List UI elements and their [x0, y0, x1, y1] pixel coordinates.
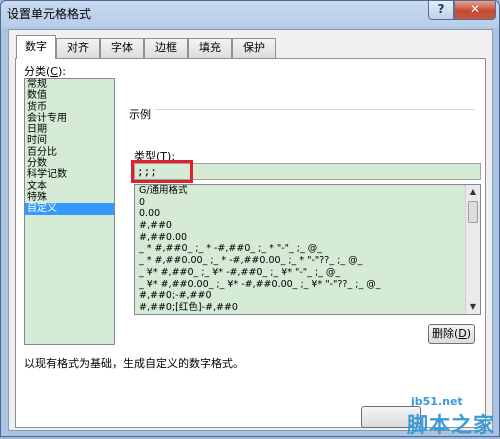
dialog-client: 数字 对齐 字体 边框 填充 保护 分类(C): 常规 数值 货币 会计专用 日… — [8, 29, 493, 431]
tab-fill[interactable]: 填充 — [188, 38, 232, 58]
format-item[interactable]: 0.00 — [135, 208, 480, 220]
category-item-scientific[interactable]: 科学记数 — [25, 169, 114, 180]
format-item[interactable]: _ ¥* #,##0.00_ ;_ ¥* -#,##0.00_ ;_ ¥* "-… — [135, 279, 480, 291]
format-item[interactable]: 0 — [135, 197, 480, 209]
close-button[interactable]: ✕ — [454, 1, 496, 20]
highlight-box — [131, 160, 193, 183]
category-item-accounting[interactable]: 会计专用 — [25, 113, 114, 124]
sample-group — [129, 109, 475, 148]
watermark-url: jb51.net — [411, 395, 463, 408]
category-item-text[interactable]: 文本 — [25, 181, 114, 192]
format-item[interactable]: #,##0.00 — [135, 232, 480, 244]
scroll-thumb[interactable] — [468, 201, 478, 223]
category-item-number[interactable]: 数值 — [25, 90, 114, 101]
category-item-custom[interactable]: 自定义 — [25, 203, 114, 215]
category-item-date[interactable]: 日期 — [25, 124, 114, 135]
watermark-text: 脚本之家 — [407, 413, 495, 437]
category-item-fraction[interactable]: 分数 — [25, 158, 114, 169]
description-text: 以现有格式为基础，生成自定义的数字格式。 — [24, 357, 244, 370]
tab-border[interactable]: 边框 — [144, 38, 188, 58]
number-tab-panel: 分类(C): 常规 数值 货币 会计专用 日期 时间 百分比 分数 科学记数 文… — [15, 58, 486, 428]
category-item-special[interactable]: 特殊 — [25, 192, 114, 203]
tab-alignment[interactable]: 对齐 — [56, 38, 100, 58]
format-item[interactable]: _ * #,##0.00_ ;_ * -#,##0.00_ ;_ * "-"??… — [135, 255, 480, 267]
category-label: 分类(C): — [24, 65, 66, 78]
category-item-general[interactable]: 常规 — [25, 79, 114, 90]
help-button[interactable]: ? — [428, 1, 454, 20]
format-list[interactable]: G/通用格式 0 0.00 #,##0 #,##0.00 _ * #,##0_ … — [134, 184, 481, 315]
format-list-scrollbar[interactable]: ▲ ▼ — [465, 185, 480, 314]
category-item-percentage[interactable]: 百分比 — [25, 147, 114, 158]
format-item[interactable]: G/通用格式 — [135, 185, 480, 197]
format-item[interactable]: _ ¥* #,##0_ ;_ ¥* -#,##0_ ;_ ¥* "-"_ ;_ … — [135, 267, 480, 279]
tab-protection[interactable]: 保护 — [232, 38, 276, 58]
format-item[interactable]: #,##0;[红色]-#,##0 — [135, 302, 480, 314]
tab-number[interactable]: 数字 — [16, 35, 56, 59]
delete-button[interactable]: 删除(D) — [428, 324, 475, 344]
format-item[interactable]: #,##0;-#,##0 — [135, 290, 480, 302]
dialog-title: 设置单元格格式 — [7, 7, 92, 21]
format-cells-dialog: 设置单元格格式 ? ✕ 数字 对齐 字体 边框 填充 保护 分类(C): 常规 … — [0, 0, 500, 437]
category-list[interactable]: 常规 数值 货币 会计专用 日期 时间 百分比 分数 科学记数 文本 特殊 自定… — [24, 78, 115, 345]
format-item[interactable]: #,##0 — [135, 220, 480, 232]
category-item-currency[interactable]: 货币 — [25, 102, 114, 113]
category-item-time[interactable]: 时间 — [25, 135, 114, 146]
sample-label: 示例 — [129, 106, 155, 122]
scroll-up-icon[interactable]: ▲ — [466, 185, 480, 199]
tab-font[interactable]: 字体 — [100, 38, 144, 58]
scroll-down-icon[interactable]: ▼ — [466, 300, 480, 314]
format-item[interactable]: _ * #,##0_ ;_ * -#,##0_ ;_ * "-"_ ;_ @_ — [135, 243, 480, 255]
